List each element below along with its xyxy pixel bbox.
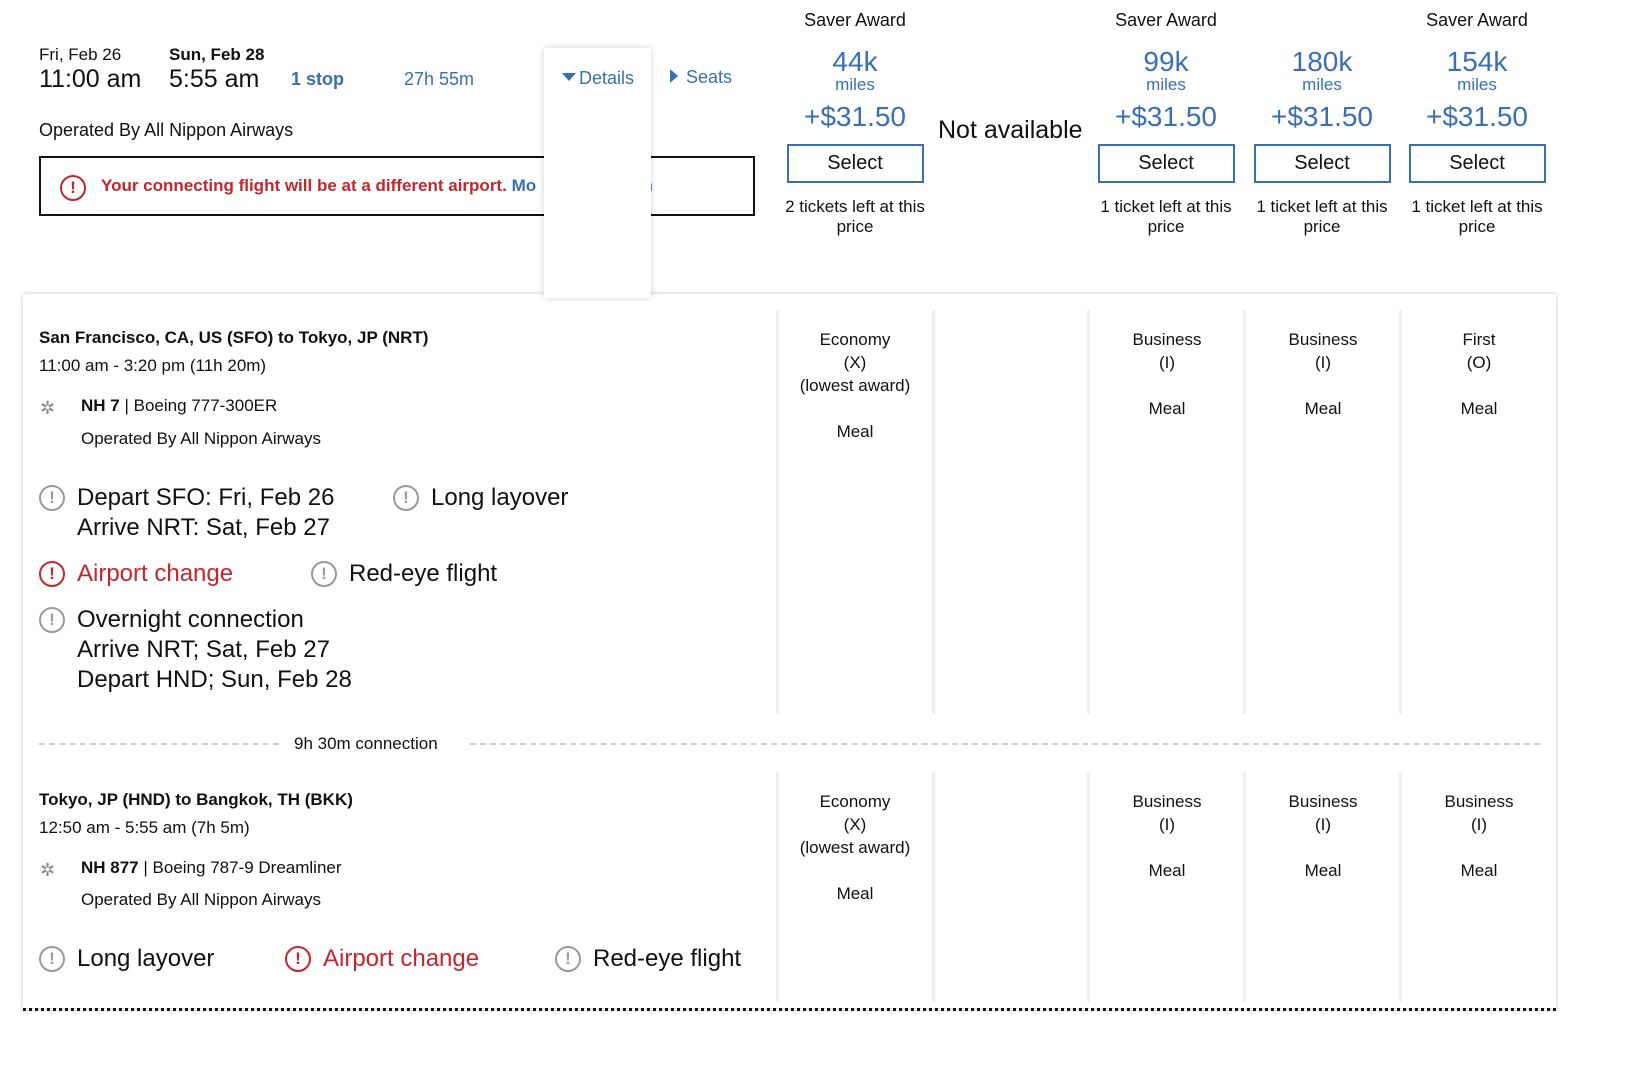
fare-tax: +$31.50 [1115,101,1217,132]
info-icon: ! [39,607,65,633]
segment-route: San Francisco, CA, US (SFO) to Tokyo, JP… [39,328,429,347]
column-divider [1399,772,1402,1002]
column-divider [776,772,779,1002]
fare-column: Saver Award 99k miles +$31.50 Select 1 t… [1091,10,1241,237]
cabin-info: Business (I) Meal [1288,330,1358,418]
arrive-date: Sun, Feb 28 [169,45,265,64]
more-info-link[interactable]: Mo [512,176,537,195]
caret-right-icon [670,69,678,83]
warning-text: Your connecting flight will be at a diff… [101,176,507,195]
connection-divider [39,743,279,745]
column-divider [1243,772,1246,1002]
cabin-info: Business (I) Meal [1132,792,1202,880]
flight-info: NH 7 | Boeing 777-300ER [81,396,278,415]
select-button[interactable]: Select [1408,144,1546,183]
details-toggle[interactable]: Details [562,68,634,89]
fare-tax: +$31.50 [1426,101,1528,132]
column-divider [932,310,935,714]
fare-type-label: Saver Award [1115,10,1217,30]
alert-icon: ! [60,175,86,201]
segment-route: Tokyo, JP (HND) to Bangkok, TH (BKK) [39,790,353,809]
seats-left: 2 tickets left at this price [785,197,925,236]
select-button[interactable]: Select [786,144,924,183]
fare-miles-unit: miles [1457,75,1497,94]
select-button[interactable]: Select [1097,144,1235,183]
column-divider [776,310,779,714]
stops-link[interactable]: 1 stop [291,69,344,90]
alert-long-layover[interactable]: ! Long layover [393,484,568,512]
info-icon: ! [393,485,419,511]
connection-divider [470,743,1540,745]
alert-arrive-date: Arrive NRT: Sat, Feb 27 [77,514,330,541]
column-divider [1087,310,1090,714]
seats-toggle[interactable]: Seats [670,67,732,88]
segment-operated-by: Operated By All Nippon Airways [81,429,322,448]
depart-date: Fri, Feb 26 [39,45,122,64]
select-button[interactable]: Select [1253,144,1391,183]
seats-left: 1 ticket left at this price [1256,197,1388,236]
seats-left: 1 ticket left at this price [1100,197,1232,236]
cabin-info: Economy (X) (lowest award) Meal [799,330,911,441]
overnight-depart: Depart HND; Sun, Feb 28 [77,666,352,693]
alert-red-eye[interactable]: ! Red-eye flight [311,560,497,588]
alert-overnight[interactable]: ! Overnight connection [39,606,304,634]
info-icon: ! [39,946,65,972]
fare-miles: 154k [1446,46,1508,77]
alert-long-layover[interactable]: ! Long layover [39,945,214,973]
arrive-time: 5:55 am [169,65,260,93]
depart-time: 11:00 am [39,65,142,93]
fare-miles-unit: miles [1146,75,1186,94]
overnight-arrive: Arrive NRT; Sat, Feb 27 [77,636,330,663]
star-alliance-icon: ✲ [40,398,56,418]
info-icon: ! [39,485,65,511]
fare-miles-unit: miles [1302,75,1342,94]
star-alliance-icon: ✲ [40,860,56,880]
alert-icon: ! [285,946,311,972]
alert-icon: ! [39,561,65,587]
fare-miles: 99k [1143,46,1189,77]
segment-time: 11:00 am - 3:20 pm (11h 20m) [39,356,267,375]
column-divider [1087,772,1090,1002]
column-divider [1399,310,1402,714]
column-divider [932,772,935,1002]
operated-by: Operated By All Nippon Airways [39,120,294,140]
info-icon: ! [555,946,581,972]
info-icon: ! [311,561,337,587]
fare-column: Saver Award 154k miles +$31.50 Select 1 … [1402,10,1552,237]
panel-bottom-border [23,1008,1556,1011]
fare-type-label: Saver Award [804,10,906,30]
fare-column: Saver Award 44k miles +$31.50 Select 2 t… [780,10,930,237]
alert-red-eye[interactable]: ! Red-eye flight [555,945,741,973]
segment-operated-by: Operated By All Nippon Airways [81,890,322,909]
cabin-info: Business (I) Meal [1288,792,1358,880]
fare-tax: +$31.50 [804,101,906,132]
fare-type-label: Saver Award [1426,10,1528,30]
details-label: Details [579,68,635,88]
fare-type-label [1247,10,1397,34]
cabin-info: First (O) Meal [1460,330,1498,418]
cabin-info: Economy (X) (lowest award) Meal [799,792,911,903]
trip-duration: 27h 55m [404,69,475,89]
seats-left: 1 ticket left at this price [1411,197,1543,236]
fare-column: 180k miles +$31.50 Select 1 ticket left … [1247,10,1397,237]
fare-not-available: Not available [938,116,1083,144]
fare-miles: 180k [1291,46,1353,77]
caret-down-icon [562,73,576,81]
alert-airport-change[interactable]: ! Airport change [285,945,479,973]
alert-depart-arrive[interactable]: ! Depart SFO: Fri, Feb 26 [39,484,334,512]
cabin-info: Business (I) Meal [1132,330,1202,418]
connection-time: 9h 30m connection [294,734,438,753]
alert-airport-change[interactable]: ! Airport change [39,560,233,588]
cabin-info: Business (I) Meal [1444,792,1514,880]
seats-label: Seats [686,67,733,87]
details-tab[interactable]: Details [544,48,651,298]
column-divider [1243,310,1246,714]
fare-tax: +$31.50 [1271,101,1373,132]
flight-info: NH 877 | Boeing 787-9 Dreamliner [81,858,342,877]
fare-miles: 44k [832,46,878,77]
fare-miles-unit: miles [835,75,875,94]
segment-time: 12:50 am - 5:55 am (7h 5m) [39,818,250,837]
